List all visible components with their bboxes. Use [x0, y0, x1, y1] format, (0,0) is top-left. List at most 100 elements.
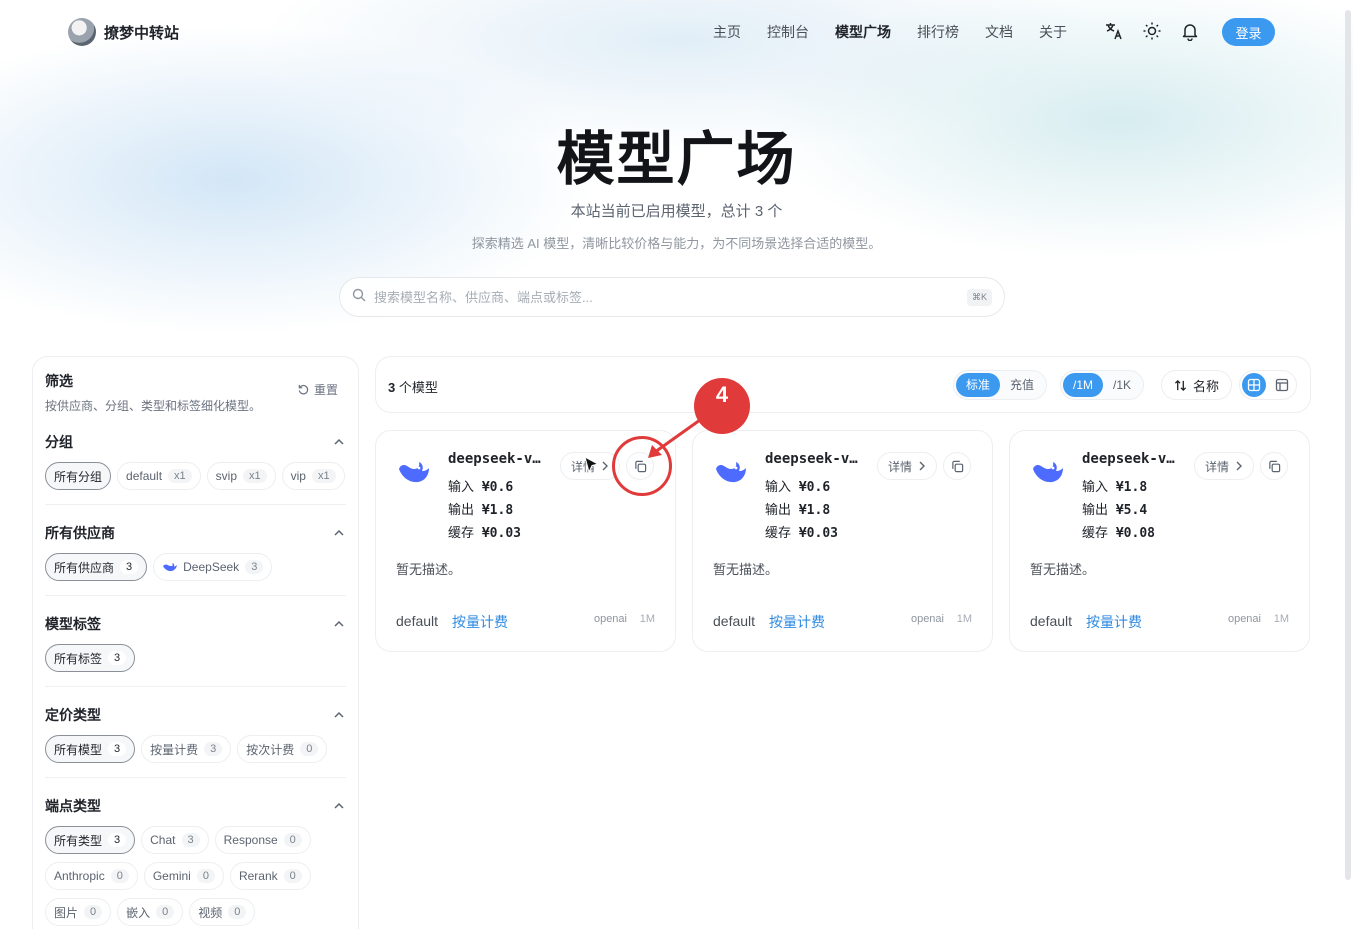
chip-count: 0 — [300, 742, 319, 756]
chip-endpoint-anthropic[interactable]: Anthropic 0 — [45, 862, 138, 890]
chip-label: 所有分组 — [54, 469, 103, 484]
sun-icon[interactable] — [1141, 20, 1163, 42]
filter-section-pricing: 定价类型 所有模型 3 按量计费 3 按次计费 0 — [45, 705, 346, 778]
section-title-tags: 模型标签 — [45, 616, 101, 632]
unit-per-1k[interactable]: /1K — [1103, 373, 1141, 397]
model-name[interactable]: deepseek-v... — [448, 451, 548, 467]
model-search-bar[interactable]: ⌘K — [339, 277, 1005, 317]
page-title: 模型广场 — [556, 127, 797, 192]
sort-button[interactable]: 名称 — [1161, 370, 1233, 400]
nav-model-square[interactable]: 模型广场 — [835, 22, 891, 42]
translate-icon[interactable] — [1103, 20, 1125, 42]
chip-pricing-all[interactable]: 所有模型 3 — [45, 735, 136, 763]
chip-group-vip[interactable]: vip x1 — [281, 462, 345, 490]
chevron-up-icon[interactable] — [332, 526, 346, 540]
chip-pricing-per-call[interactable]: 按次计费 0 — [237, 735, 328, 763]
chip-tags-all[interactable]: 所有标签 3 — [45, 644, 136, 672]
chip-label: vip — [290, 469, 306, 483]
table-view-button[interactable] — [1270, 373, 1294, 397]
chip-group-default[interactable]: default x1 — [117, 462, 201, 490]
main-nav: 主页 控制台 模型广场 排行榜 文档 关于 — [713, 22, 1093, 42]
price-cache-value: ¥0.08 — [1115, 526, 1155, 541]
brand-name: 撩梦中转站 — [104, 24, 180, 42]
bell-icon[interactable] — [1179, 20, 1201, 42]
chip-label: Chat — [150, 833, 176, 847]
search-input[interactable] — [374, 289, 967, 305]
model-name[interactable]: deepseek-v... — [1082, 451, 1182, 467]
chip-endpoint-rerank[interactable]: Rerank 0 — [229, 862, 311, 890]
model-card[interactable]: deepseek-v... 输入 ¥1.8 输出 ¥5.4 缓存 ¥0.08 详情 暂无描… — [1009, 430, 1310, 652]
nav-leaderboard[interactable]: 排行榜 — [917, 22, 959, 42]
chip-endpoint-all[interactable]: 所有类型 3 — [45, 826, 136, 854]
unit-per-1m[interactable]: /1M — [1063, 373, 1104, 397]
chip-label: Gemini — [152, 869, 191, 883]
copy-button[interactable] — [943, 452, 971, 480]
billing-type[interactable]: 按量计费 — [452, 612, 508, 632]
chip-endpoint-embedding[interactable]: 嵌入 0 — [117, 898, 184, 926]
chip-endpoint-video[interactable]: 视频 0 — [189, 898, 256, 926]
chip-group-svip[interactable]: svip x1 — [206, 462, 276, 490]
mouse-cursor-icon — [584, 456, 600, 474]
annotation-highlight-circle — [612, 436, 672, 496]
top-header: 撩梦中转站 主页 控制台 模型广场 排行榜 文档 关于 登录 — [0, 0, 1353, 64]
billing-type[interactable]: 按量计费 — [1086, 612, 1142, 632]
chip-label: 所有标签 — [54, 651, 103, 666]
results-toolbar: 3 个模型 标准 充值 /1M /1K 名称 — [375, 356, 1311, 413]
chip-label: 按量计费 — [150, 742, 199, 757]
price-mode-standard[interactable]: 标准 — [956, 373, 1001, 397]
login-button[interactable]: 登录 — [1222, 18, 1275, 46]
price-mode-toggle: 标准 充值 — [953, 370, 1048, 400]
chip-label: 视频 — [198, 905, 223, 920]
nav-about[interactable]: 关于 — [1039, 22, 1067, 42]
details-label: 详情 — [888, 459, 913, 474]
chip-count: 3 — [181, 833, 200, 847]
chip-label: Anthropic — [54, 869, 105, 883]
chip-count: 3 — [245, 560, 264, 574]
chip-count: 0 — [283, 869, 302, 883]
details-button[interactable]: 详情 — [1194, 452, 1255, 480]
model-name[interactable]: deepseek-v... — [765, 451, 865, 467]
chip-pricing-usage[interactable]: 按量计费 3 — [141, 735, 232, 763]
nav-console[interactable]: 控制台 — [767, 22, 809, 42]
chip-label: Rerank — [238, 869, 278, 883]
details-button[interactable]: 详情 — [877, 452, 938, 480]
filter-section-endpoint: 端点类型 所有类型 3 Chat 3 Response 0 Anthropic 0 Ge… — [45, 796, 346, 926]
view-toggle — [1239, 370, 1297, 400]
chip-provider-all[interactable]: 所有供应商 3 — [45, 553, 148, 581]
reset-label: 重置 — [313, 383, 338, 397]
chip-group-all[interactable]: 所有分组 — [45, 462, 112, 490]
chip-endpoint-response[interactable]: Response 0 — [214, 826, 311, 854]
chevron-up-icon[interactable] — [332, 799, 346, 813]
sort-label: 名称 — [1193, 378, 1220, 394]
details-label: 详情 — [1205, 459, 1230, 474]
chip-endpoint-gemini[interactable]: Gemini 0 — [143, 862, 224, 890]
price-output: 输出 ¥1.8 — [448, 499, 513, 518]
chevron-up-icon[interactable] — [332, 617, 346, 631]
copy-button[interactable] — [1260, 452, 1288, 480]
unit-toggle: /1M /1K — [1060, 370, 1145, 400]
nav-docs[interactable]: 文档 — [985, 22, 1013, 42]
model-description: 暂无描述。 — [713, 562, 779, 577]
divider — [45, 504, 346, 505]
chip-provider-deepseek[interactable]: DeepSeek 3 — [153, 553, 273, 581]
chip-endpoint-image[interactable]: 图片 0 — [45, 898, 112, 926]
chip-count: x1 — [243, 469, 267, 483]
price-cache-value: ¥0.03 — [481, 526, 521, 541]
chevron-up-icon[interactable] — [332, 708, 346, 722]
reset-button[interactable]: 重置 — [297, 381, 338, 398]
nav-home[interactable]: 主页 — [713, 22, 741, 42]
grid-view-button[interactable] — [1242, 373, 1266, 397]
filter-section-tags: 模型标签 所有标签 3 — [45, 614, 346, 687]
deepseek-logo-icon — [398, 457, 430, 487]
price-cache: 缓存 ¥0.03 — [448, 522, 521, 541]
price-mode-recharge[interactable]: 充值 — [1000, 373, 1044, 397]
model-card[interactable]: deepseek-v... 输入 ¥0.6 输出 ¥1.8 缓存 ¥0.03 详情 暂无描… — [692, 430, 993, 652]
billing-type[interactable]: 按量计费 — [769, 612, 825, 632]
deepseek-logo-icon — [715, 457, 747, 487]
chip-count: 3 — [108, 833, 127, 847]
chevron-up-icon[interactable] — [332, 435, 346, 449]
price-unit: 1M — [639, 613, 655, 625]
chip-endpoint-chat[interactable]: Chat 3 — [141, 826, 209, 854]
brand[interactable]: 撩梦中转站 — [68, 18, 179, 46]
model-count: 3 个模型 — [388, 377, 438, 396]
